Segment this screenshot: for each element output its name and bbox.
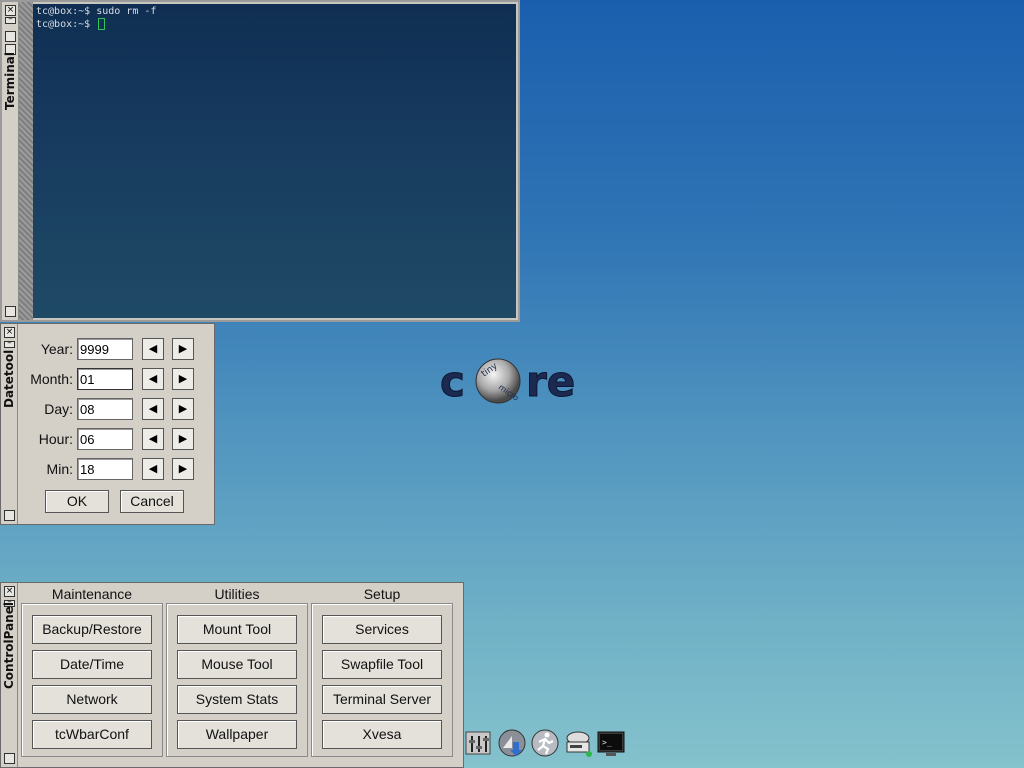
year-label: Year: — [40, 341, 73, 357]
month-row: Month: 01 ◀ ▶ — [19, 368, 209, 392]
mouse-tool-button[interactable]: Mouse Tool — [177, 650, 297, 679]
scrollbar[interactable] — [19, 2, 33, 320]
network-button[interactable]: Network — [32, 685, 152, 714]
maintenance-group: Backup/Restore Date/Time Network tcWbarC… — [21, 603, 163, 757]
controlpanel-window: × – ControlPanel Maintenance Utilities S… — [0, 582, 464, 768]
month-increment-button[interactable]: ▶ — [172, 368, 194, 390]
datetool-window: × – Datetool Year: 9999 ◀ ▶ Month: 01 ◀ … — [0, 323, 215, 525]
terminal-line: tc@box:~$ — [36, 19, 97, 30]
core-logo: c re tiny micro — [440, 357, 576, 407]
year-input[interactable]: 9999 — [77, 338, 133, 360]
services-button[interactable]: Services — [322, 615, 442, 644]
day-increment-button[interactable]: ▶ — [172, 398, 194, 420]
day-label: Day: — [44, 401, 73, 417]
min-row: Min: 18 ◀ ▶ — [19, 458, 209, 482]
month-label: Month: — [30, 371, 73, 387]
year-row: Year: 9999 ◀ ▶ — [19, 338, 209, 362]
date-time-button[interactable]: Date/Time — [32, 650, 152, 679]
svg-text:re: re — [526, 357, 575, 406]
wallpaper-button[interactable]: Wallpaper — [177, 720, 297, 749]
hour-row: Hour: 06 ◀ ▶ — [19, 428, 209, 452]
resize-icon[interactable] — [5, 306, 16, 317]
terminal-window: × – Terminal tc@box:~$ sudo rm -f tc@box… — [0, 0, 520, 322]
resize-icon[interactable] — [4, 753, 15, 764]
system-stats-button[interactable]: System Stats — [177, 685, 297, 714]
close-icon[interactable]: × — [4, 586, 15, 597]
hour-label: Hour: — [38, 431, 73, 447]
hour-increment-button[interactable]: ▶ — [172, 428, 194, 450]
svg-text:>_: >_ — [602, 738, 612, 747]
swapfile-tool-button[interactable]: Swapfile Tool — [322, 650, 442, 679]
terminal-line: tc@box:~$ sudo rm -f — [36, 6, 157, 17]
mount-drive-icon[interactable] — [563, 728, 593, 758]
mount-tool-button[interactable]: Mount Tool — [177, 615, 297, 644]
cancel-button[interactable]: Cancel — [120, 490, 184, 513]
utilities-group: Mount Tool Mouse Tool System Stats Wallp… — [166, 603, 308, 757]
terminal-output[interactable]: tc@box:~$ sudo rm -f tc@box:~$ — [33, 4, 516, 318]
setup-group: Services Swapfile Tool Terminal Server X… — [311, 603, 453, 757]
maintenance-heading: Maintenance — [51, 586, 133, 602]
xvesa-button[interactable]: Xvesa — [322, 720, 442, 749]
terminal-server-button[interactable]: Terminal Server — [322, 685, 442, 714]
terminal-icon[interactable]: >_ — [596, 728, 626, 758]
year-decrement-button[interactable]: ◀ — [142, 338, 164, 360]
cursor-icon — [98, 18, 106, 30]
resize-icon[interactable] — [4, 510, 15, 521]
terminal-titlebar[interactable]: × – Terminal — [2, 2, 19, 320]
apps-install-icon[interactable] — [497, 728, 527, 758]
svg-text:c: c — [440, 357, 465, 406]
controlpanel-titlebar[interactable]: × – ControlPanel — [1, 583, 18, 767]
close-icon[interactable]: × — [4, 327, 15, 338]
window-title: Datetool — [2, 349, 16, 408]
run-icon[interactable] — [530, 728, 560, 758]
day-row: Day: 08 ◀ ▶ — [19, 398, 209, 422]
backup-restore-button[interactable]: Backup/Restore — [32, 615, 152, 644]
terminal-prompt-line: tc@box:~$ — [36, 18, 513, 31]
month-decrement-button[interactable]: ◀ — [142, 368, 164, 390]
min-decrement-button[interactable]: ◀ — [142, 458, 164, 480]
day-input[interactable]: 08 — [77, 398, 133, 420]
setup-heading: Setup — [363, 586, 401, 602]
window-title: Terminal — [3, 51, 17, 110]
min-input[interactable]: 18 — [77, 458, 133, 480]
minimize-icon[interactable]: – — [5, 15, 16, 24]
utilities-heading: Utilities — [214, 586, 260, 602]
hour-input[interactable]: 06 — [77, 428, 133, 450]
ok-button[interactable]: OK — [45, 490, 109, 513]
day-decrement-button[interactable]: ◀ — [142, 398, 164, 420]
control-panel-icon[interactable] — [464, 728, 494, 758]
hour-decrement-button[interactable]: ◀ — [142, 428, 164, 450]
minimize-icon[interactable]: – — [4, 339, 15, 348]
tcwbarconf-button[interactable]: tcWbarConf — [32, 720, 152, 749]
min-label: Min: — [46, 461, 73, 477]
month-input[interactable]: 01 — [77, 368, 133, 390]
window-title: ControlPanel — [2, 602, 16, 689]
maximize-icon[interactable] — [5, 31, 16, 42]
min-increment-button[interactable]: ▶ — [172, 458, 194, 480]
year-increment-button[interactable]: ▶ — [172, 338, 194, 360]
datetool-titlebar[interactable]: × – Datetool — [1, 324, 18, 524]
